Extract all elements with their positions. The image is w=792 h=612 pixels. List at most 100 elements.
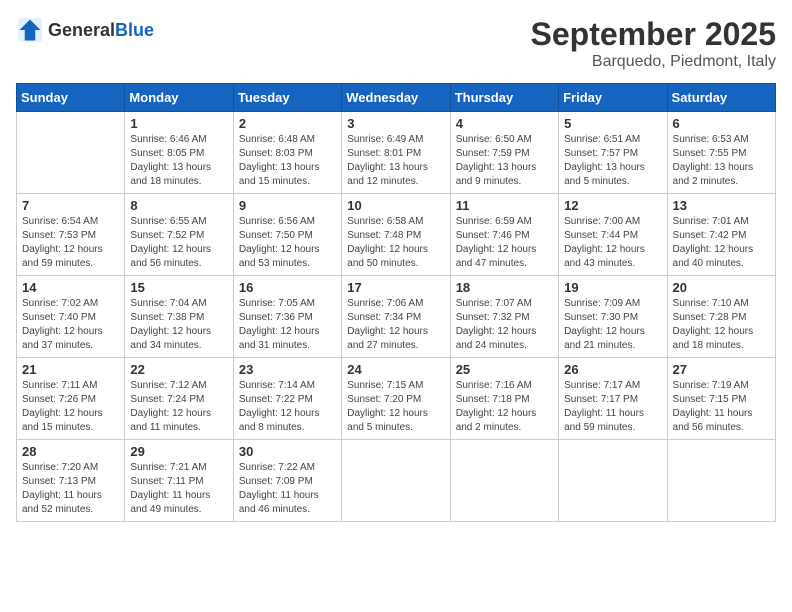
day-info: Sunrise: 7:22 AMSunset: 7:09 PMDaylight:… <box>239 461 336 517</box>
day-cell <box>667 440 775 522</box>
day-info: Sunrise: 7:04 AMSunset: 7:38 PMDaylight:… <box>130 297 227 353</box>
day-number: 2 <box>239 116 336 131</box>
day-cell: 8 Sunrise: 6:55 AMSunset: 7:52 PMDaylight… <box>125 194 233 276</box>
day-cell: 17 Sunrise: 7:06 AMSunset: 7:34 PMDayligh… <box>342 276 450 358</box>
day-cell <box>17 112 125 194</box>
day-info: Sunrise: 7:10 AMSunset: 7:28 PMDaylight:… <box>673 297 770 353</box>
day-cell: 11 Sunrise: 6:59 AMSunset: 7:46 PMDayligh… <box>450 194 558 276</box>
day-info: Sunrise: 6:48 AMSunset: 8:03 PMDaylight:… <box>239 133 336 189</box>
day-number: 12 <box>564 198 661 213</box>
day-number: 3 <box>347 116 444 131</box>
weekday-saturday: Saturday <box>667 84 775 112</box>
day-cell: 27Sunrise: 7:19 AMSunset: 7:15 PMDayligh… <box>667 358 775 440</box>
day-info: Sunrise: 6:46 AMSunset: 8:05 PMDaylight:… <box>130 133 227 189</box>
day-number: 30 <box>239 444 336 459</box>
day-cell: 5 Sunrise: 6:51 AMSunset: 7:57 PMDaylight… <box>559 112 667 194</box>
day-cell: 24 Sunrise: 7:15 AMSunset: 7:20 PMDayligh… <box>342 358 450 440</box>
day-info: Sunrise: 6:58 AMSunset: 7:48 PMDaylight:… <box>347 215 444 271</box>
weekday-monday: Monday <box>125 84 233 112</box>
logo-text-general: General <box>48 20 115 40</box>
week-row-1: 1 Sunrise: 6:46 AMSunset: 8:05 PMDaylight… <box>17 112 776 194</box>
day-info: Sunrise: 6:56 AMSunset: 7:50 PMDaylight:… <box>239 215 336 271</box>
day-info: Sunrise: 6:54 AMSunset: 7:53 PMDaylight:… <box>22 215 119 271</box>
day-info: Sunrise: 7:15 AMSunset: 7:20 PMDaylight:… <box>347 379 444 435</box>
day-number: 18 <box>456 280 553 295</box>
day-info: Sunrise: 6:51 AMSunset: 7:57 PMDaylight:… <box>564 133 661 189</box>
day-info: Sunrise: 7:17 AMSunset: 7:17 PMDaylight:… <box>564 379 661 435</box>
page-header: GeneralBlue September 2025 Barquedo, Pie… <box>16 16 776 71</box>
location-title: Barquedo, Piedmont, Italy <box>531 53 776 71</box>
day-cell: 29 Sunrise: 7:21 AMSunset: 7:11 PMDayligh… <box>125 440 233 522</box>
day-number: 7 <box>22 198 119 213</box>
day-cell: 21Sunrise: 7:11 AMSunset: 7:26 PMDayligh… <box>17 358 125 440</box>
day-number: 25 <box>456 362 553 377</box>
day-number: 1 <box>130 116 227 131</box>
day-cell: 1 Sunrise: 6:46 AMSunset: 8:05 PMDaylight… <box>125 112 233 194</box>
day-cell: 10 Sunrise: 6:58 AMSunset: 7:48 PMDayligh… <box>342 194 450 276</box>
day-cell: 9 Sunrise: 6:56 AMSunset: 7:50 PMDaylight… <box>233 194 341 276</box>
day-info: Sunrise: 7:21 AMSunset: 7:11 PMDaylight:… <box>130 461 227 517</box>
day-info: Sunrise: 7:01 AMSunset: 7:42 PMDaylight:… <box>673 215 770 271</box>
day-cell: 14Sunrise: 7:02 AMSunset: 7:40 PMDayligh… <box>17 276 125 358</box>
day-number: 5 <box>564 116 661 131</box>
day-cell: 15Sunrise: 7:04 AMSunset: 7:38 PMDayligh… <box>125 276 233 358</box>
day-number: 20 <box>673 280 770 295</box>
weekday-tuesday: Tuesday <box>233 84 341 112</box>
weekday-wednesday: Wednesday <box>342 84 450 112</box>
day-number: 10 <box>347 198 444 213</box>
day-cell: 2 Sunrise: 6:48 AMSunset: 8:03 PMDaylight… <box>233 112 341 194</box>
calendar-body: 1 Sunrise: 6:46 AMSunset: 8:05 PMDaylight… <box>17 112 776 522</box>
day-cell: 4 Sunrise: 6:50 AMSunset: 7:59 PMDaylight… <box>450 112 558 194</box>
weekday-friday: Friday <box>559 84 667 112</box>
day-cell: 18Sunrise: 7:07 AMSunset: 7:32 PMDayligh… <box>450 276 558 358</box>
week-row-3: 14Sunrise: 7:02 AMSunset: 7:40 PMDayligh… <box>17 276 776 358</box>
day-cell <box>559 440 667 522</box>
day-info: Sunrise: 7:09 AMSunset: 7:30 PMDaylight:… <box>564 297 661 353</box>
day-info: Sunrise: 7:20 AMSunset: 7:13 PMDaylight:… <box>22 461 119 517</box>
day-cell: 7 Sunrise: 6:54 AMSunset: 7:53 PMDaylight… <box>17 194 125 276</box>
day-cell: 6 Sunrise: 6:53 AMSunset: 7:55 PMDaylight… <box>667 112 775 194</box>
day-number: 24 <box>347 362 444 377</box>
day-cell: 23Sunrise: 7:14 AMSunset: 7:22 PMDayligh… <box>233 358 341 440</box>
day-number: 6 <box>673 116 770 131</box>
day-info: Sunrise: 7:14 AMSunset: 7:22 PMDaylight:… <box>239 379 336 435</box>
day-cell: 19 Sunrise: 7:09 AMSunset: 7:30 PMDayligh… <box>559 276 667 358</box>
day-info: Sunrise: 6:55 AMSunset: 7:52 PMDaylight:… <box>130 215 227 271</box>
day-info: Sunrise: 7:05 AMSunset: 7:36 PMDaylight:… <box>239 297 336 353</box>
day-number: 9 <box>239 198 336 213</box>
day-cell: 16Sunrise: 7:05 AMSunset: 7:36 PMDayligh… <box>233 276 341 358</box>
logo: GeneralBlue <box>16 16 154 44</box>
day-info: Sunrise: 6:53 AMSunset: 7:55 PMDaylight:… <box>673 133 770 189</box>
day-cell: 25 Sunrise: 7:16 AMSunset: 7:18 PMDayligh… <box>450 358 558 440</box>
day-cell <box>450 440 558 522</box>
day-info: Sunrise: 6:59 AMSunset: 7:46 PMDaylight:… <box>456 215 553 271</box>
weekday-thursday: Thursday <box>450 84 558 112</box>
month-title: September 2025 <box>531 16 776 53</box>
day-number: 14 <box>22 280 119 295</box>
week-row-5: 28Sunrise: 7:20 AMSunset: 7:13 PMDayligh… <box>17 440 776 522</box>
day-info: Sunrise: 6:50 AMSunset: 7:59 PMDaylight:… <box>456 133 553 189</box>
calendar-table: SundayMondayTuesdayWednesdayThursdayFrid… <box>16 83 776 522</box>
day-number: 17 <box>347 280 444 295</box>
day-number: 29 <box>130 444 227 459</box>
day-info: Sunrise: 7:16 AMSunset: 7:18 PMDaylight:… <box>456 379 553 435</box>
day-number: 11 <box>456 198 553 213</box>
day-cell <box>342 440 450 522</box>
day-cell: 13Sunrise: 7:01 AMSunset: 7:42 PMDayligh… <box>667 194 775 276</box>
day-cell: 22Sunrise: 7:12 AMSunset: 7:24 PMDayligh… <box>125 358 233 440</box>
day-number: 8 <box>130 198 227 213</box>
day-cell: 12Sunrise: 7:00 AMSunset: 7:44 PMDayligh… <box>559 194 667 276</box>
day-info: Sunrise: 7:06 AMSunset: 7:34 PMDaylight:… <box>347 297 444 353</box>
weekday-header-row: SundayMondayTuesdayWednesdayThursdayFrid… <box>17 84 776 112</box>
title-block: September 2025 Barquedo, Piedmont, Italy <box>531 16 776 71</box>
logo-text-blue: Blue <box>115 20 154 40</box>
day-number: 22 <box>130 362 227 377</box>
day-cell: 26 Sunrise: 7:17 AMSunset: 7:17 PMDayligh… <box>559 358 667 440</box>
day-info: Sunrise: 6:49 AMSunset: 8:01 PMDaylight:… <box>347 133 444 189</box>
day-number: 19 <box>564 280 661 295</box>
day-number: 26 <box>564 362 661 377</box>
week-row-4: 21Sunrise: 7:11 AMSunset: 7:26 PMDayligh… <box>17 358 776 440</box>
day-number: 4 <box>456 116 553 131</box>
day-cell: 30 Sunrise: 7:22 AMSunset: 7:09 PMDayligh… <box>233 440 341 522</box>
day-info: Sunrise: 7:19 AMSunset: 7:15 PMDaylight:… <box>673 379 770 435</box>
